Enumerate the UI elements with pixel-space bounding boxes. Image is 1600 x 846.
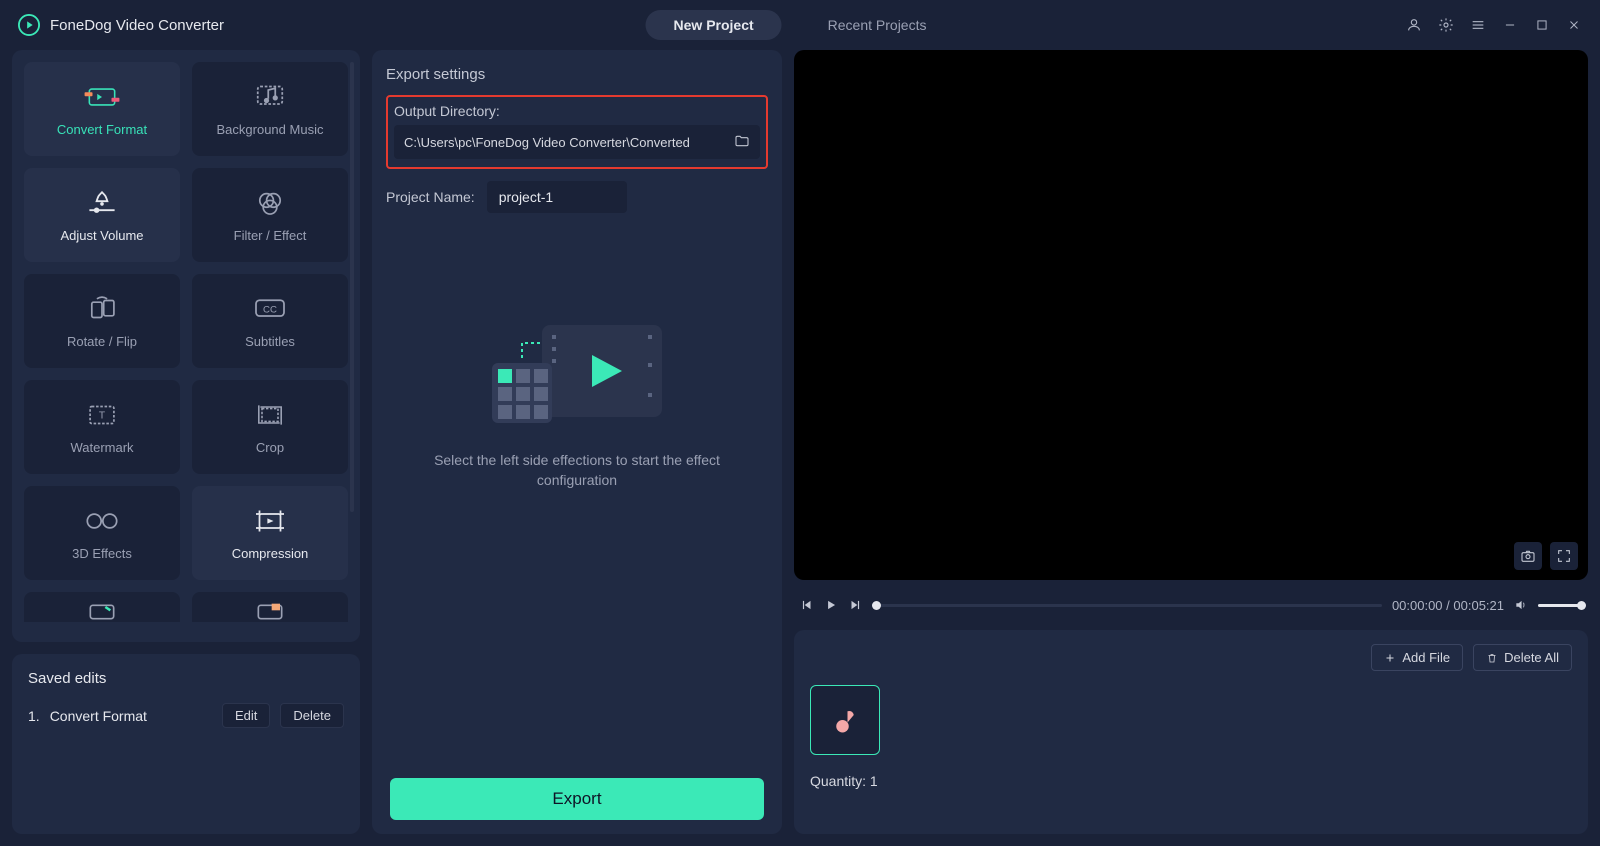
effect-label: Compression [232,546,309,561]
effect-icon [83,294,121,324]
saved-edits-title: Saved edits [28,670,344,687]
delete-all-button[interactable]: Delete All [1473,644,1572,671]
snapshot-button[interactable] [1514,542,1542,570]
effect-tile-convert-format[interactable]: Convert Format [24,62,180,156]
effect-tile-rotate-flip[interactable]: Rotate / Flip [24,274,180,368]
effect-icon [251,82,289,112]
effect-label: Crop [256,440,284,455]
svg-text:T: T [99,410,105,421]
settings-icon[interactable] [1438,17,1454,33]
close-icon[interactable] [1566,17,1582,33]
effect-label: Watermark [70,440,133,455]
menu-icon[interactable] [1470,17,1486,33]
effect-label: Background Music [217,122,324,137]
play-icon[interactable] [824,598,838,612]
effect-tile-adjust-volume[interactable]: Adjust Volume [24,168,180,262]
effect-icon [83,82,121,112]
project-name-label: Project Name: [386,189,475,205]
saved-edit-row: 1. Convert Format Edit Delete [28,703,344,728]
output-directory-label: Output Directory: [388,103,766,125]
effect-icon [251,597,289,622]
effect-icon [251,506,289,536]
effect-icon [251,400,289,430]
effect-icon [83,597,121,622]
saved-edit-name: Convert Format [50,708,212,724]
tab-recent-projects[interactable]: Recent Projects [800,10,955,40]
effect-label: Convert Format [57,122,147,137]
effect-placeholder: Select the left side effections to start… [386,313,768,490]
effect-tile-background-music[interactable]: Background Music [192,62,348,156]
saved-edit-delete-button[interactable]: Delete [280,703,344,728]
effects-panel: Convert Format Background Music Adjust Vol… [12,50,360,642]
effect-tile-overflow[interactable] [192,592,348,622]
volume-slider[interactable] [1538,604,1582,607]
saved-edits-panel: Saved edits 1. Convert Format Edit Delet… [12,654,360,834]
file-list-panel: Add File Delete All Quantity: 1 [794,630,1588,834]
effect-icon [251,188,289,218]
time-display: 00:00:00 / 00:05:21 [1392,598,1504,613]
maximize-icon[interactable] [1534,17,1550,33]
window-controls [1406,17,1582,33]
effect-label: Subtitles [245,334,295,349]
effect-tile-watermark[interactable]: T Watermark [24,380,180,474]
effect-label: Rotate / Flip [67,334,137,349]
placeholder-illustration-icon [482,313,672,433]
saved-edit-number: 1. [28,708,40,724]
effect-icon: T [83,400,121,430]
fullscreen-button[interactable] [1550,542,1578,570]
main-tabs: New Project Recent Projects [646,10,955,40]
app-logo-icon [18,14,40,36]
app-title: FoneDog Video Converter [50,17,224,34]
quantity-display: Quantity: 1 [810,773,1572,789]
effect-label: 3D Effects [72,546,132,561]
effect-tile-filter-effect[interactable]: Filter / Effect [192,168,348,262]
svg-text:CC: CC [263,304,277,315]
folder-browse-icon[interactable] [734,133,750,152]
player-controls: 00:00:00 / 00:05:21 [794,590,1588,620]
file-thumbnail[interactable] [810,685,880,755]
account-icon[interactable] [1406,17,1422,33]
video-preview [794,50,1588,580]
project-name-input[interactable]: project-1 [487,181,627,213]
tab-new-project[interactable]: New Project [646,10,782,40]
effect-icon: CC [251,294,289,324]
output-directory-highlight: Output Directory: C:\Users\pc\FoneDog Vi… [386,95,768,169]
prev-track-icon[interactable] [800,598,814,612]
export-settings-panel: Export settings Output Directory: C:\Use… [372,50,782,834]
titlebar: FoneDog Video Converter New Project Rece… [0,0,1600,50]
effect-tile--d-effects[interactable]: 3D Effects [24,486,180,580]
effect-label: Filter / Effect [234,228,307,243]
effect-icon [83,188,121,218]
add-file-button[interactable]: Add File [1371,644,1463,671]
effect-tile-compression[interactable]: Compression [192,486,348,580]
export-button[interactable]: Export [390,778,764,820]
next-track-icon[interactable] [848,598,862,612]
saved-edit-edit-button[interactable]: Edit [222,703,270,728]
effect-tile-subtitles[interactable]: CC Subtitles [192,274,348,368]
volume-icon[interactable] [1514,598,1528,612]
progress-bar[interactable] [872,604,1382,607]
output-directory-value: C:\Users\pc\FoneDog Video Converter\Conv… [404,135,726,150]
effect-label: Adjust Volume [60,228,143,243]
minimize-icon[interactable] [1502,17,1518,33]
music-note-icon [830,705,860,735]
effect-icon [83,506,121,536]
export-settings-title: Export settings [386,66,768,83]
effects-scrollbar[interactable] [350,62,354,512]
output-directory-input[interactable]: C:\Users\pc\FoneDog Video Converter\Conv… [394,125,760,159]
effect-tile-crop[interactable]: Crop [192,380,348,474]
effect-tile-overflow[interactable] [24,592,180,622]
effect-hint-text: Select the left side effections to start… [427,451,727,490]
